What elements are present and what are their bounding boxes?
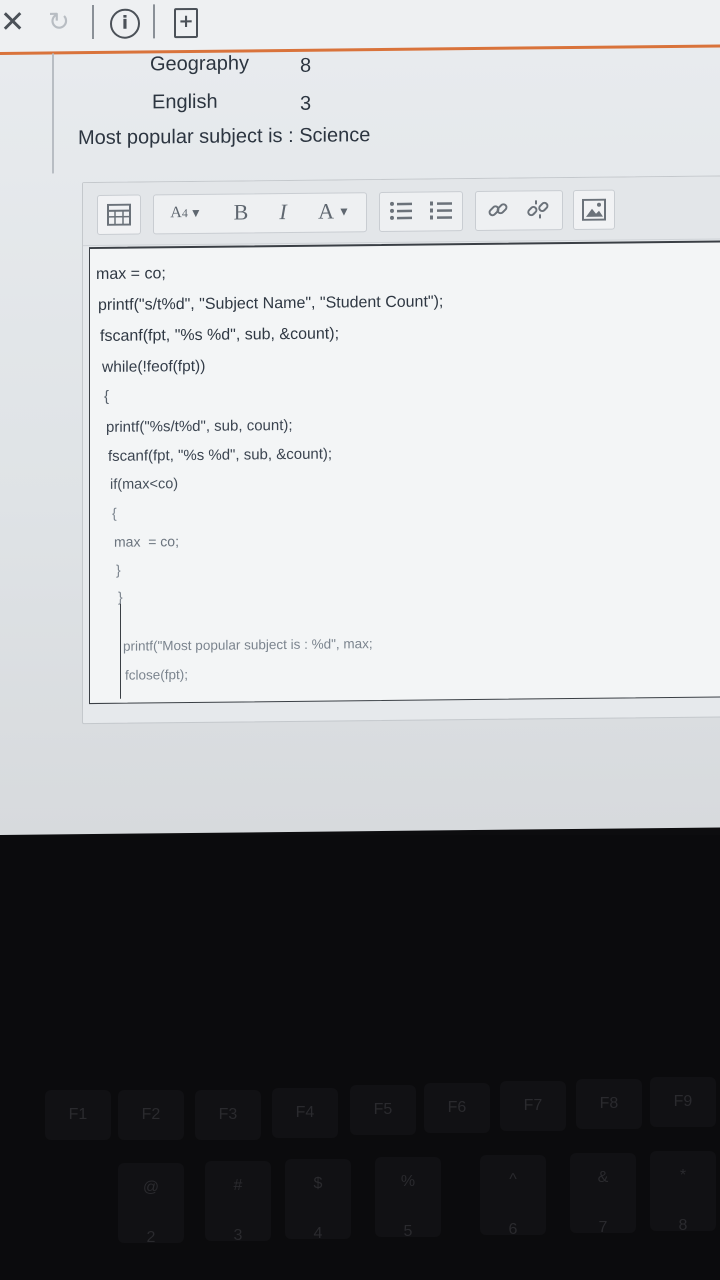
content-left-border bbox=[52, 53, 54, 174]
italic-label: I bbox=[279, 198, 287, 225]
toolbar-divider bbox=[92, 5, 94, 40]
code-line: { bbox=[112, 504, 117, 521]
info-icon[interactable]: i bbox=[110, 8, 140, 39]
code-line: max = co; bbox=[114, 533, 179, 550]
code-line: if(max<co) bbox=[110, 476, 179, 493]
link-button[interactable] bbox=[479, 191, 517, 229]
unlink-button[interactable] bbox=[519, 190, 557, 228]
keyboard-key: & 7 bbox=[570, 1153, 636, 1236]
code-line: { bbox=[104, 387, 110, 405]
editor-toolbar: A4 ▼ B I A ▼ bbox=[83, 176, 720, 247]
bulleted-list-button[interactable] bbox=[383, 192, 419, 230]
laptop-keyboard: F1 F2 F3 F4 F5 F6 F7 F8 F9 @2 #3 $4 % 5 ^… bbox=[0, 835, 720, 1280]
chevron-down-icon: ▼ bbox=[338, 203, 350, 218]
numbered-list-button[interactable] bbox=[423, 191, 459, 229]
close-icon[interactable]: ✕ bbox=[0, 5, 25, 40]
key-symbol: # bbox=[233, 1177, 243, 1194]
key-symbol: $ bbox=[313, 1175, 323, 1192]
chevron-down-icon: ▼ bbox=[189, 205, 202, 220]
keyboard-key: F8 bbox=[576, 1079, 642, 1129]
keyboard-key: F4 bbox=[272, 1088, 338, 1138]
code-line: fclose(fpt); bbox=[125, 667, 189, 683]
key-digit: 7 bbox=[598, 1219, 608, 1236]
key-symbol: & bbox=[597, 1169, 609, 1186]
font-size-label: A bbox=[170, 204, 182, 222]
numbered-list-icon bbox=[430, 201, 452, 220]
code-area-left-edge bbox=[120, 603, 121, 699]
code-input-area[interactable]: max = co; printf("s/t%d", "Subject Name"… bbox=[89, 240, 720, 705]
code-line: } bbox=[116, 561, 121, 578]
keyboard-key: F7 bbox=[500, 1081, 566, 1131]
text-color-button[interactable]: A ▼ bbox=[307, 192, 361, 231]
keyboard-key: % 5 bbox=[375, 1157, 441, 1240]
key-digit: 4 bbox=[313, 1225, 323, 1242]
output-subject: English bbox=[152, 90, 218, 114]
bulleted-list-icon bbox=[390, 201, 412, 220]
output-count: 8 bbox=[300, 54, 312, 77]
code-line: while(!feof(fpt)) bbox=[102, 357, 206, 376]
table-icon bbox=[107, 203, 131, 226]
toolbar-divider bbox=[153, 4, 155, 39]
new-document-icon[interactable]: + bbox=[174, 7, 198, 39]
code-line: max = co; bbox=[96, 265, 166, 283]
unlink-icon bbox=[527, 200, 549, 219]
bold-button[interactable]: B bbox=[223, 193, 259, 231]
keyboard-key: * 8 bbox=[650, 1151, 716, 1234]
key-digit: 6 bbox=[508, 1221, 518, 1238]
keyboard-key: @2 bbox=[118, 1163, 184, 1246]
output-subject: Geography bbox=[150, 52, 249, 76]
image-icon bbox=[582, 198, 606, 221]
key-digit: 2 bbox=[146, 1229, 156, 1246]
code-line: } bbox=[118, 588, 123, 605]
code-line: fscanf(fpt, "%s %d", sub, &count); bbox=[108, 445, 333, 465]
link-icon bbox=[488, 203, 508, 217]
code-line: printf("Most popular subject is : %d", m… bbox=[123, 636, 373, 654]
keyboard-key: F6 bbox=[424, 1083, 490, 1133]
table-button[interactable] bbox=[97, 194, 141, 235]
keyboard-key: F5 bbox=[350, 1085, 416, 1135]
keyboard-key: F3 bbox=[195, 1090, 261, 1140]
italic-button[interactable]: I bbox=[265, 193, 301, 231]
key-symbol: % bbox=[400, 1173, 416, 1190]
bold-label: B bbox=[233, 199, 249, 225]
key-digit: 3 bbox=[233, 1227, 243, 1244]
output-count: 3 bbox=[300, 92, 312, 115]
key-digit: 5 bbox=[403, 1223, 413, 1240]
keyboard-key: F9 bbox=[650, 1077, 716, 1127]
keyboard-key: ^ 6 bbox=[480, 1155, 546, 1238]
top-toolbar: ✕ ↻ i + bbox=[0, 0, 720, 56]
key-digit: 8 bbox=[678, 1217, 688, 1234]
refresh-icon[interactable]: ↻ bbox=[48, 7, 70, 37]
keyboard-key: #3 bbox=[205, 1161, 271, 1244]
keyboard-key: F2 bbox=[118, 1090, 184, 1140]
key-symbol: ^ bbox=[509, 1171, 517, 1188]
code-line: printf("s/t%d", "Subject Name", "Student… bbox=[98, 293, 444, 314]
text-color-label: A bbox=[318, 198, 334, 224]
keyboard-key: $4 bbox=[285, 1159, 351, 1242]
code-line: fscanf(fpt, "%s %d", sub, &count); bbox=[100, 325, 340, 345]
code-line: printf("%s/t%d", sub, count); bbox=[106, 416, 293, 436]
font-size-button[interactable]: A4 ▼ bbox=[155, 194, 217, 233]
keyboard-key: F1 bbox=[45, 1090, 111, 1140]
key-symbol: @ bbox=[142, 1179, 160, 1196]
key-symbol: * bbox=[679, 1167, 687, 1184]
rich-text-editor: A4 ▼ B I A ▼ max = co; printf("s/t%d", "… bbox=[82, 175, 720, 725]
image-button[interactable] bbox=[573, 189, 615, 230]
font-size-sub: 4 bbox=[181, 205, 188, 220]
output-summary: Most popular subject is : Science bbox=[78, 124, 371, 150]
screen: ✕ ↻ i + Geography 8 English 3 Most popul… bbox=[0, 0, 720, 836]
